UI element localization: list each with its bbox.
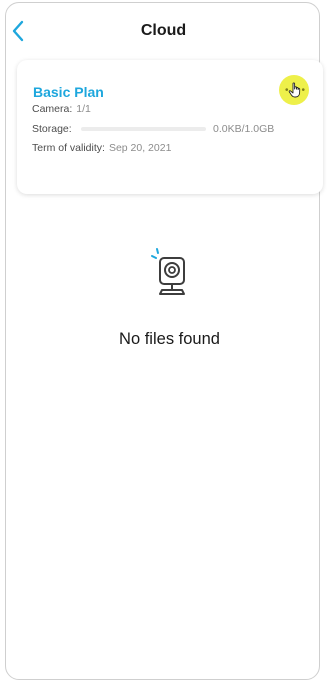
validity-row: Term of validity: Sep 20, 2021 [32, 142, 171, 155]
storage-value: 0.0KB/1.0GB [213, 123, 275, 135]
storage-progress-bar [81, 127, 206, 131]
validity-value: Sep 20, 2021 [108, 142, 172, 154]
camera-label: Camera: [32, 103, 73, 115]
plan-card: Basic Plan • • • Camera:1/1 Storage: 0.0… [17, 60, 323, 194]
page-title: Cloud [140, 22, 187, 39]
camera-icon [146, 246, 192, 302]
pointer-hand-icon [288, 82, 301, 98]
plan-name: Basic Plan [33, 84, 104, 100]
validity-label: Term of validity: [32, 142, 105, 154]
more-options-button[interactable]: • • • [279, 75, 309, 105]
screen: Cloud Basic Plan • • • Camera:1/1 Storag… [0, 0, 327, 684]
camera-row: Camera: 1/1 [32, 103, 91, 116]
empty-state-message: No files found [119, 330, 220, 348]
camera-value: 1/1 [76, 103, 91, 115]
storage-label: Storage: [32, 123, 72, 135]
header: Cloud [0, 0, 327, 56]
